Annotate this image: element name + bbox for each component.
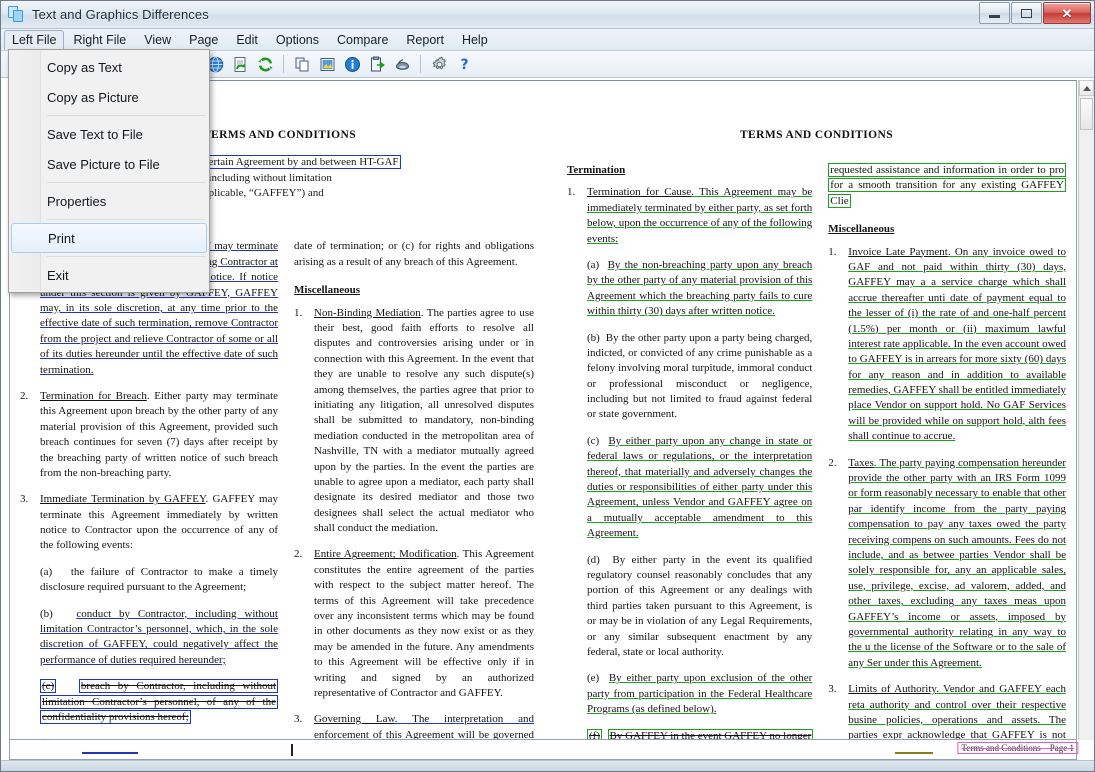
right-footer-rule	[895, 752, 933, 754]
list-item: 3. Immediate Termination by GAFFEY. GAFF…	[20, 493, 278, 552]
menu-item-exit[interactable]: Exit	[9, 260, 209, 290]
toolbar-separator-2	[420, 55, 421, 73]
list-item: (f) By GAFFEY in the event GAFFEY no lon…	[587, 728, 814, 739]
list-item: 2. Termination for Breach. Either party …	[20, 389, 279, 479]
menu-compare[interactable]: Compare	[328, 29, 397, 50]
sync-arrows-icon[interactable]	[254, 53, 276, 75]
toolbar-separator	[283, 55, 284, 73]
menu-edit[interactable]: Edit	[227, 29, 267, 50]
menu-item-properties[interactable]: Properties	[9, 186, 209, 216]
vertical-scrollbar[interactable]	[1078, 80, 1094, 740]
list-item: 1. Non-Binding Mediation. The parties ag…	[294, 306, 534, 535]
close-button[interactable]: ✕	[1043, 2, 1091, 24]
page-footer-strip: Terms and Conditions – Page 1	[9, 740, 1078, 760]
left-footer-rule	[82, 752, 138, 754]
menu-separator-4	[47, 256, 205, 257]
svg-text:?: ?	[460, 57, 468, 73]
left-file-dropdown-menu[interactable]: Copy as Text Copy as Picture Save Text t…	[8, 49, 210, 293]
list-item: (c) breach by Contractor, including with…	[40, 679, 279, 724]
close-icon: ✕	[1061, 5, 1073, 21]
list-item: 1. Termination for Cause. This Agreement…	[567, 186, 813, 245]
info-icon[interactable]	[341, 53, 363, 75]
menu-item-print[interactable]: Print	[11, 223, 207, 253]
list-item: 2. Entire Agreement; Modification. This …	[294, 548, 534, 699]
menu-options[interactable]: Options	[267, 29, 328, 50]
text-caret	[291, 744, 293, 756]
left-column-1: 1. Termination Without Cause. GAFFEY may…	[20, 239, 279, 739]
scrollbar-thumb[interactable]	[1080, 98, 1093, 130]
menu-right-file[interactable]: Right File	[64, 29, 135, 50]
minimize-button[interactable]	[979, 2, 1010, 24]
title-bar: Text and Graphics Differences ✕	[1, 1, 1094, 29]
list-item: (a) the failure of Contractor to make a …	[40, 565, 278, 594]
right-column-1: Termination 1. Termination for Cause. Th…	[567, 163, 814, 739]
list-item: (d) Contractor’s or Contractor’s personn…	[40, 736, 278, 739]
window-title: Text and Graphics Differences	[32, 7, 209, 22]
menu-page[interactable]: Page	[180, 29, 227, 50]
menu-left-file[interactable]: Left File	[4, 30, 65, 50]
menu-item-save-text-to-file[interactable]: Save Text to File	[9, 119, 209, 149]
page-label: Terms and Conditions – Page 1	[957, 742, 1078, 754]
export-clipboard-icon[interactable]	[366, 53, 388, 75]
menu-report[interactable]: Report	[397, 29, 453, 50]
list-item: 3. Limits of Authority. Vendor and GAFFE…	[828, 683, 1066, 739]
copy-icon[interactable]	[291, 53, 313, 75]
menu-bar: Left File Right File View Page Edit Opti…	[1, 29, 1094, 51]
menu-help[interactable]: Help	[453, 29, 497, 50]
menu-item-copy-as-picture[interactable]: Copy as Picture	[9, 82, 209, 112]
left-col2-heading: Miscellaneous	[294, 284, 360, 297]
right-col2-heading: Miscellaneous	[828, 223, 895, 236]
window-bottom-edge	[1, 760, 1094, 771]
refresh-document-icon[interactable]	[229, 53, 251, 75]
application-window: Text and Graphics Differences ✕ Left Fil…	[0, 0, 1095, 772]
list-item: (a) By the non-breaching party upon any …	[587, 258, 813, 318]
menu-separator-3	[47, 219, 205, 220]
window-controls: ✕	[979, 2, 1091, 24]
menu-view[interactable]: View	[135, 29, 180, 50]
list-item: 3. Governing Law. The interpretation and…	[294, 713, 534, 739]
scroll-up-arrow[interactable]	[1079, 80, 1094, 96]
right-doc-heading: TERMS AND CONDITIONS	[739, 129, 894, 141]
right-document-pane[interactable]: TERMS AND CONDITIONS Termination 1. Term…	[557, 81, 1076, 739]
right-column-2: requested assistance and information in …	[828, 163, 1066, 739]
list-item: (b) conduct by Contractor, including wit…	[40, 607, 278, 666]
list-item: (d) By either party in the event its qua…	[587, 553, 813, 658]
list-item: 1. Invoice Late Payment. On any invoice …	[828, 245, 1067, 443]
right-col1-heading: Termination	[567, 164, 626, 176]
picture-icon[interactable]	[316, 53, 338, 75]
left-doc-columns: 1. Termination Without Cause. GAFFEY may…	[10, 239, 549, 739]
list-item: (c) By either party upon any change in s…	[587, 434, 813, 540]
help-icon[interactable]: ?	[453, 53, 475, 75]
print-icon[interactable]	[391, 53, 413, 75]
right-col2-continuation: requested assistance and information in …	[828, 163, 1066, 208]
list-item: (e) By either party upon exclusion of th…	[587, 672, 813, 716]
gear-icon[interactable]	[428, 53, 450, 75]
menu-item-save-picture-to-file[interactable]: Save Picture to File	[9, 149, 209, 179]
list-item: 2. Taxes. The party paying compensation …	[828, 456, 1066, 669]
left-column-2: date of termination; or (c) for rights a…	[294, 239, 534, 739]
menu-separator-2	[47, 182, 205, 183]
right-doc-columns: Termination 1. Termination for Cause. Th…	[557, 163, 1076, 739]
left-col2-continuation: date of termination; or (c) for rights a…	[294, 240, 534, 268]
menu-item-copy-as-text[interactable]: Copy as Text	[9, 52, 209, 82]
compare-documents-icon	[8, 6, 25, 23]
menu-separator-1	[47, 115, 205, 116]
maximize-button[interactable]	[1011, 2, 1042, 24]
list-item: (b) By the other party upon a party bein…	[587, 331, 813, 421]
